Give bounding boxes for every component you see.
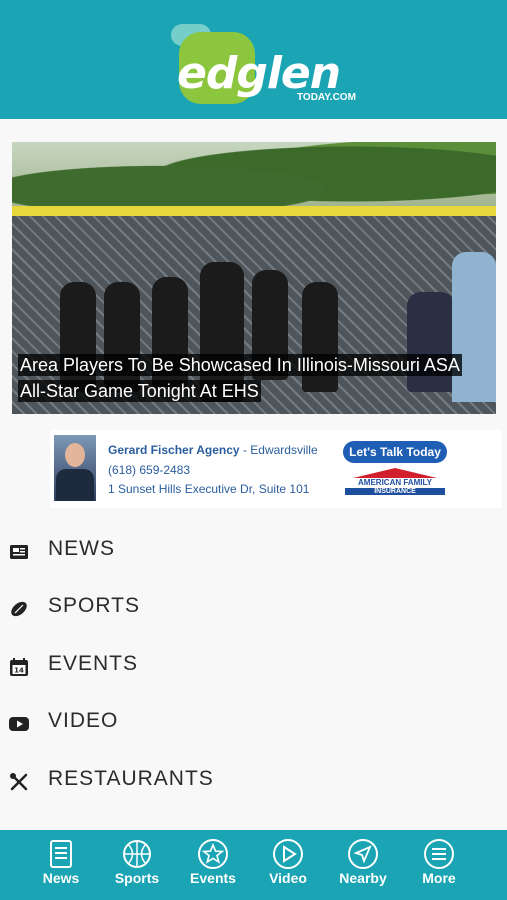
- basketball-icon: [123, 840, 151, 868]
- ad-location: Edwardsville: [250, 443, 318, 457]
- ad-separator: -: [239, 443, 251, 457]
- tab-more[interactable]: More: [401, 830, 477, 900]
- menu-lines-icon: [424, 839, 454, 869]
- tab-nearby[interactable]: Nearby: [325, 830, 401, 900]
- menu-item-restaurants[interactable]: RESTAURANTS: [0, 753, 507, 810]
- sponsor-ad-banner[interactable]: Gerard Fischer Agency - Edwardsville (61…: [50, 430, 502, 508]
- play-button-icon: [9, 717, 29, 731]
- menu-item-label: EVENTS: [48, 652, 139, 675]
- featured-article-headline[interactable]: Area Players To Be Showcased In Illinois…: [18, 352, 488, 404]
- calendar-icon: 14: [10, 658, 28, 676]
- tab-sports[interactable]: Sports: [99, 830, 175, 900]
- newspaper-icon: [10, 545, 28, 559]
- menu-item-label: SPORTS: [48, 594, 140, 617]
- tab-label: Video: [269, 870, 307, 886]
- app-header: edglen TODAY.COM: [0, 0, 507, 119]
- svg-text:14: 14: [14, 667, 24, 675]
- american-family-insurance-logo: AMERICAN FAMILY INSURANCE: [345, 468, 445, 498]
- featured-article[interactable]: Area Players To Be Showcased In Illinois…: [12, 142, 496, 414]
- hero-image-yellow-rail: [12, 206, 496, 216]
- tab-label: News: [42, 870, 80, 886]
- news-list-icon: [50, 840, 72, 868]
- agent-photo: [54, 435, 96, 501]
- headline-line-2: All-Star Game Tonight At EHS: [18, 380, 261, 402]
- bottom-tab-bar: News Sports Events Video Nearby More: [0, 830, 507, 900]
- brand-line-2: INSURANCE: [345, 488, 445, 495]
- navigation-arrow-icon: [348, 839, 378, 869]
- tab-label: Nearby: [339, 870, 387, 886]
- menu-item-label: RESTAURANTS: [48, 767, 214, 790]
- menu-item-news[interactable]: NEWS: [0, 523, 507, 580]
- tab-label: Sports: [114, 870, 160, 886]
- menu-item-sports[interactable]: SPORTS: [0, 580, 507, 637]
- headline-line-1: Area Players To Be Showcased In Illinois…: [18, 354, 462, 376]
- tab-label: Events: [190, 870, 236, 886]
- tab-news[interactable]: News: [23, 830, 99, 900]
- agent-suit: [56, 469, 94, 501]
- brand-line-1: AMERICAN FAMILY: [358, 478, 432, 487]
- agent-face: [65, 443, 85, 467]
- tab-video[interactable]: Video: [250, 830, 326, 900]
- menu-item-video[interactable]: VIDEO: [0, 695, 507, 752]
- ad-agency: Gerard Fischer Agency: [108, 443, 240, 457]
- football-icon: [11, 601, 27, 617]
- tab-events[interactable]: Events: [175, 830, 251, 900]
- play-circle-icon: [273, 839, 303, 869]
- ad-phone: (618) 659-2483: [108, 463, 191, 477]
- ad-agency-name: Gerard Fischer Agency - Edwardsville: [108, 443, 318, 457]
- logo-domain: TODAY.COM: [297, 92, 356, 103]
- menu-item-events[interactable]: 14 EVENTS: [0, 638, 507, 695]
- menu-item-label: NEWS: [48, 537, 115, 560]
- roof-icon: [353, 468, 437, 478]
- menu-item-label: VIDEO: [48, 709, 119, 732]
- lets-talk-button[interactable]: Let's Talk Today: [343, 441, 447, 463]
- ad-address: 1 Sunset Hills Executive Dr, Suite 101: [108, 482, 310, 496]
- star-icon: [198, 839, 228, 869]
- tab-label: More: [422, 870, 456, 886]
- fork-knife-icon: [10, 773, 28, 791]
- edglen-today-logo[interactable]: edglen TODAY.COM: [165, 20, 365, 108]
